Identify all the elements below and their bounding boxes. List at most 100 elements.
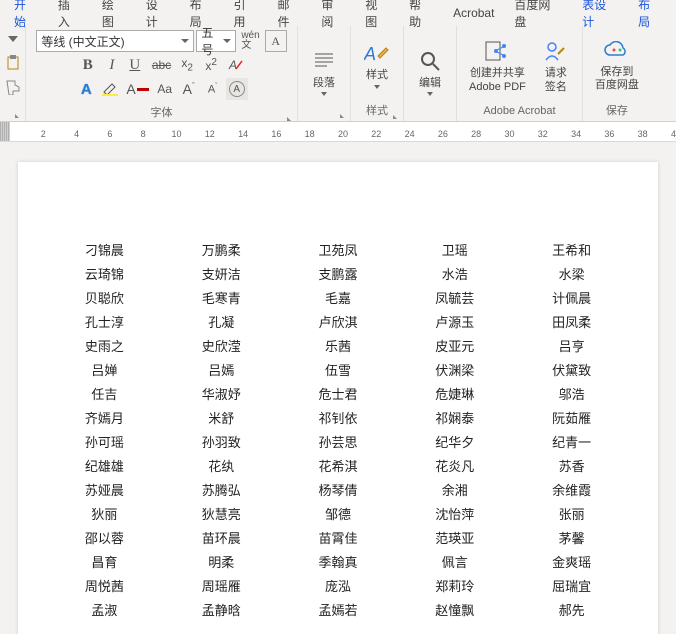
name-cell: 乐茜 — [282, 336, 395, 355]
ruler-mark: 22 — [371, 129, 381, 139]
subscript-button[interactable]: x2 — [176, 54, 198, 76]
name-cell: 吕嫣 — [165, 360, 278, 379]
name-cell: 张丽 — [515, 504, 628, 523]
change-case-button[interactable]: Aa — [154, 78, 176, 100]
ruler-mark: 16 — [271, 129, 281, 139]
name-cell: 邵以蓉 — [48, 528, 161, 547]
name-cell: 皮亚元 — [398, 336, 511, 355]
menu-Acrobat[interactable]: Acrobat — [443, 2, 504, 24]
ruler-mark: 18 — [305, 129, 315, 139]
ribbon: 等线 (中文正文) 五号 wén文 A B I U abc x2 x2 A A … — [0, 26, 676, 122]
request-sign-button[interactable]: 请求签名 — [534, 30, 578, 102]
underline-button[interactable]: U — [125, 54, 147, 76]
name-cell: 田凤柔 — [515, 312, 628, 331]
name-cell: 王希和 — [515, 240, 628, 259]
name-cell: 杨琴倩 — [282, 480, 395, 499]
name-cell: 计佩晨 — [515, 288, 628, 307]
strikethrough-button[interactable]: abc — [149, 54, 174, 76]
name-cell: 纪雄雄 — [48, 456, 161, 475]
baidu-group-label: 保存 — [587, 100, 647, 122]
name-cell: 狄丽 — [48, 504, 161, 523]
acrobat-group-label: Adobe Acrobat — [461, 103, 578, 121]
ruler-mark: 30 — [504, 129, 514, 139]
enclose-char-icon[interactable]: A — [226, 78, 248, 100]
bold-button[interactable]: B — [77, 54, 99, 76]
name-cell: 孙羽致 — [165, 432, 278, 451]
name-cell: 明柔 — [165, 552, 278, 571]
ruler-mark: 24 — [405, 129, 415, 139]
document-area: 刁锦晨万鹏柔卫苑凤卫瑶王希和云琦锦支妍洁支鹏露水浩水梁贝聪欣毛寒青毛嘉凤毓芸计佩… — [0, 142, 676, 634]
baidu-cloud-icon — [603, 36, 631, 64]
name-cell: 茅馨 — [515, 528, 628, 547]
name-cell: 孔士淳 — [48, 312, 161, 331]
grow-font-button[interactable]: Aˆ — [178, 78, 200, 100]
name-cell: 范瑛亚 — [398, 528, 511, 547]
ruler-mark: 32 — [538, 129, 548, 139]
paragraph-button[interactable]: 段落 — [302, 36, 346, 108]
font-name-select[interactable]: 等线 (中文正文) — [36, 30, 194, 52]
pdf-share-icon — [483, 37, 511, 65]
name-cell: 支鹏露 — [282, 264, 395, 283]
name-cell: 苗环晨 — [165, 528, 278, 547]
format-painter-icon[interactable] — [2, 76, 24, 98]
clear-format-icon[interactable]: A — [224, 54, 246, 76]
name-cell: 孟静晗 — [165, 600, 278, 619]
styles-group: A 样式 样式 — [351, 26, 404, 121]
name-cell: 孙可瑶 — [48, 432, 161, 451]
name-cell: 余湘 — [398, 480, 511, 499]
highlight-button[interactable] — [99, 78, 121, 100]
name-cell: 任吉 — [48, 384, 161, 403]
name-cell: 周悦茜 — [48, 576, 161, 595]
name-cell: 孟淑 — [48, 600, 161, 619]
font-color-button[interactable]: A — [123, 78, 151, 100]
font-group-label: 字体 — [30, 102, 293, 124]
name-cell: 齐嫣月 — [48, 408, 161, 427]
svg-text:A: A — [364, 44, 376, 64]
ruler-mark: 12 — [205, 129, 215, 139]
name-cell: 刁锦晨 — [48, 240, 161, 259]
find-button[interactable]: 编辑 — [408, 36, 452, 108]
phonetic-guide-icon[interactable]: wén文 — [238, 30, 262, 52]
name-cell: 卢欣淇 — [282, 312, 395, 331]
name-cell: 吕婵 — [48, 360, 161, 379]
ruler-mark: 40 — [671, 129, 676, 139]
name-cell: 孟嫣若 — [282, 600, 395, 619]
svg-text:A: A — [228, 58, 237, 72]
clipboard-icon[interactable] — [2, 52, 24, 74]
ruler-mark: 28 — [471, 129, 481, 139]
name-cell: 屈瑞宜 — [515, 576, 628, 595]
shrink-font-button[interactable]: Aˇ — [202, 78, 224, 100]
ruler-mark: 10 — [171, 129, 181, 139]
menubar: 开始插入绘图设计布局引用邮件审阅视图帮助Acrobat百度网盘表设计布局 — [0, 0, 676, 26]
name-cell: 孙芸思 — [282, 432, 395, 451]
name-cell: 卢源玉 — [398, 312, 511, 331]
name-cell: 水梁 — [515, 264, 628, 283]
name-cell: 花希淇 — [282, 456, 395, 475]
styles-button[interactable]: A 样式 — [355, 28, 399, 100]
name-cell: 苏娅晨 — [48, 480, 161, 499]
ruler-mark: 38 — [638, 129, 648, 139]
name-cell: 纪青一 — [515, 432, 628, 451]
name-cell: 卫苑凤 — [282, 240, 395, 259]
name-cell: 水浩 — [398, 264, 511, 283]
name-cell: 祁娴泰 — [398, 408, 511, 427]
font-size-select[interactable]: 五号 — [196, 30, 236, 52]
horizontal-ruler[interactable]: 246810121416182022242628303234363840 — [0, 122, 676, 142]
name-cell: 狄慧亮 — [165, 504, 278, 523]
superscript-button[interactable]: x2 — [200, 54, 222, 76]
name-cell: 毛嘉 — [282, 288, 395, 307]
italic-button[interactable]: I — [101, 54, 123, 76]
name-cell: 邬浩 — [515, 384, 628, 403]
name-cell: 伏黛致 — [515, 360, 628, 379]
name-cell: 伍雪 — [282, 360, 395, 379]
name-cell: 郑莉玲 — [398, 576, 511, 595]
paste-dropdown[interactable] — [2, 28, 24, 50]
ruler-mark: 2 — [41, 129, 46, 139]
create-pdf-button[interactable]: 创建并共享Adobe PDF — [461, 30, 534, 102]
name-cell: 昌育 — [48, 552, 161, 571]
name-cell: 赵憧飘 — [398, 600, 511, 619]
baidu-save-button[interactable]: 保存到百度网盘 — [587, 28, 647, 100]
character-border-icon[interactable]: A — [265, 30, 287, 52]
ruler-mark: 14 — [238, 129, 248, 139]
text-effects-button[interactable]: A — [75, 78, 97, 100]
